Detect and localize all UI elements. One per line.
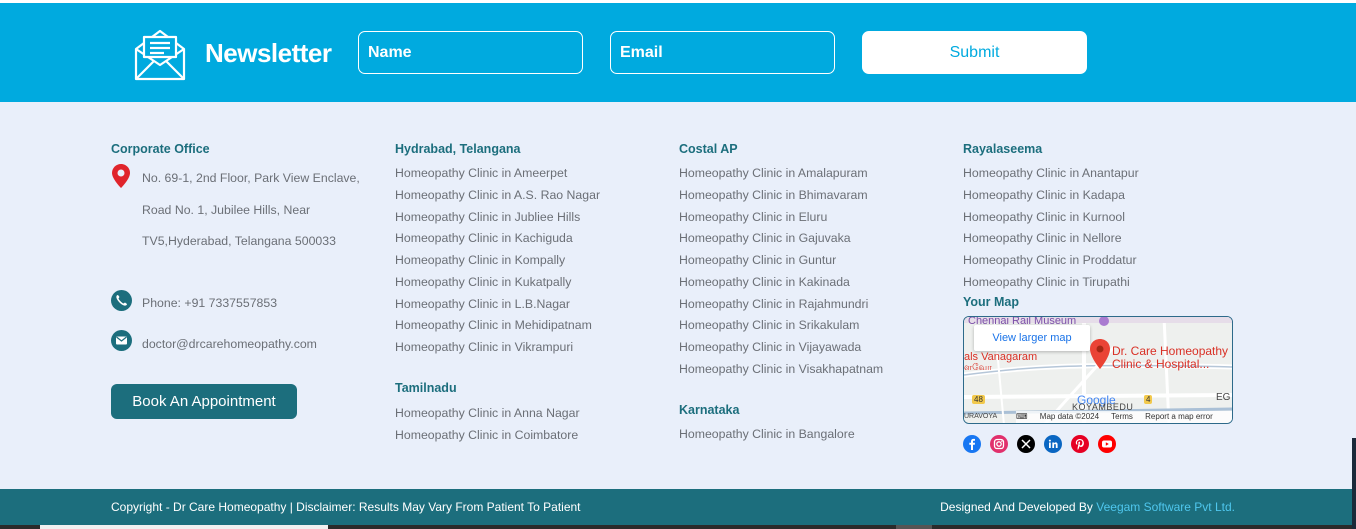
clinic-link[interactable]: Homeopathy Clinic in Visakhapatnam xyxy=(679,359,883,381)
developer-link[interactable]: Veegam Software Pvt Ltd. xyxy=(1096,500,1235,514)
linkedin-icon[interactable] xyxy=(1044,435,1062,453)
designed-by: Designed And Developed By Veegam Softwar… xyxy=(940,500,1235,514)
map-place-name-1: Dr. Care Homeopathy xyxy=(1112,344,1229,358)
map-terms-link[interactable]: Terms xyxy=(1111,412,1133,421)
clinic-link[interactable]: Homeopathy Clinic in Kukatpally xyxy=(395,272,600,294)
clinic-link[interactable]: Homeopathy Clinic in Bhimavaram xyxy=(679,185,883,207)
clinic-link[interactable]: Homeopathy Clinic in A.S. Rao Nagar xyxy=(395,185,600,207)
address-line-1: No. 69-1, 2nd Floor, Park View Enclave, xyxy=(142,171,360,185)
map-attribution-bar: ⌨ Map data ©2024 Terms Report a map erro… xyxy=(1016,411,1232,423)
clinic-link[interactable]: Homeopathy Clinic in Mehidipatnam xyxy=(395,315,600,337)
newsletter-title: Newsletter xyxy=(205,38,332,68)
costal-ap-links: Homeopathy Clinic in Amalapuram Homeopat… xyxy=(679,163,883,381)
costal-ap-heading: Costal AP xyxy=(679,142,738,156)
corporate-office-heading: Corporate Office xyxy=(111,142,210,156)
tamilnadu-links: Homeopathy Clinic in Anna Nagar Homeopat… xyxy=(395,403,580,447)
clinic-link[interactable]: Homeopathy Clinic in L.B.Nagar xyxy=(395,294,600,316)
clinic-link[interactable]: Homeopathy Clinic in Rajahmundri xyxy=(679,294,883,316)
phone-text: Phone: +91 7337557853 xyxy=(142,296,278,310)
rayalaseema-links: Homeopathy Clinic in Anantapur Homeopath… xyxy=(963,163,1139,294)
map-report-link[interactable]: Report a map error xyxy=(1145,412,1213,421)
x-twitter-icon[interactable] xyxy=(1017,435,1035,453)
rayalaseema-heading: Rayalaseema xyxy=(963,142,1043,156)
designed-by-prefix: Designed And Developed By xyxy=(940,500,1097,514)
map-road-marker-1: 48 xyxy=(972,395,985,404)
clinic-link[interactable]: Homeopathy Clinic in Bangalore xyxy=(679,424,855,446)
map-label-left-2: ளவோ xyxy=(964,362,992,372)
bottom-strip-segment xyxy=(40,525,328,529)
clinic-link[interactable]: Homeopathy Clinic in Proddatur xyxy=(963,250,1139,272)
clinic-link[interactable]: Homeopathy Clinic in Anna Nagar xyxy=(395,403,580,425)
copyright-bar: Copyright - Dr Care Homeopathy | Disclai… xyxy=(0,489,1356,525)
facebook-icon[interactable] xyxy=(963,435,981,453)
clinic-link[interactable]: Homeopathy Clinic in Vijayawada xyxy=(679,337,883,359)
book-appointment-button[interactable]: Book An Appointment xyxy=(111,384,297,419)
newsletter-submit-button[interactable]: Submit xyxy=(862,31,1087,74)
newsletter-email-input[interactable] xyxy=(610,31,835,74)
hyderabad-heading: Hydrabad, Telangana xyxy=(395,142,521,156)
phone-icon xyxy=(111,290,132,311)
clinic-link[interactable]: Homeopathy Clinic in Kachiguda xyxy=(395,228,600,250)
clinic-link[interactable]: Homeopathy Clinic in Ameerpet xyxy=(395,163,600,185)
youtube-icon[interactable] xyxy=(1098,435,1116,453)
clinic-link[interactable]: Homeopathy Clinic in Nellore xyxy=(963,228,1139,250)
clinic-link[interactable]: Homeopathy Clinic in Vikrampuri xyxy=(395,337,600,359)
newsletter-bar: Newsletter Submit xyxy=(0,3,1356,102)
instagram-icon[interactable] xyxy=(990,435,1008,453)
map-pin-icon xyxy=(1090,339,1110,369)
embedded-map[interactable]: Chennai Rail Museum View larger map Dr. … xyxy=(963,316,1233,424)
clinic-link[interactable]: Homeopathy Clinic in Srikakulam xyxy=(679,315,883,337)
copyright-text: Copyright - Dr Care Homeopathy | Disclai… xyxy=(111,500,581,514)
clinic-link[interactable]: Homeopathy Clinic in Kadapa xyxy=(963,185,1139,207)
clinic-link[interactable]: Homeopathy Clinic in Eluru xyxy=(679,207,883,229)
your-map-heading: Your Map xyxy=(963,295,1020,309)
map-area-label-2: URAVOYA xyxy=(964,413,998,420)
envelope-open-icon xyxy=(134,29,186,81)
hyderabad-links: Homeopathy Clinic in Ameerpet Homeopathy… xyxy=(395,163,600,359)
scrollbar-edge[interactable] xyxy=(1352,438,1356,529)
keyboard-shortcuts-icon[interactable]: ⌨ xyxy=(1016,412,1028,421)
bottom-strip xyxy=(0,525,1356,529)
bottom-strip-segment xyxy=(896,525,932,529)
map-place-name-2: Clinic & Hospital... xyxy=(1112,357,1210,371)
newsletter-name-input[interactable] xyxy=(358,31,583,74)
clinic-link[interactable]: Homeopathy Clinic in Gajuvaka xyxy=(679,228,883,250)
map-road-marker-2: 4 xyxy=(1144,395,1153,404)
location-pin-icon xyxy=(112,164,130,188)
view-larger-map-link[interactable]: View larger map xyxy=(974,325,1090,351)
clinic-link[interactable]: Homeopathy Clinic in Amalapuram xyxy=(679,163,883,185)
address-line-3: TV5,Hyderabad, Telangana 500033 xyxy=(142,234,336,248)
clinic-link[interactable]: Homeopathy Clinic in Tirupathi xyxy=(963,272,1139,294)
clinic-link[interactable]: Homeopathy Clinic in Guntur xyxy=(679,250,883,272)
tamilnadu-heading: Tamilnadu xyxy=(395,381,457,395)
karnataka-links: Homeopathy Clinic in Bangalore xyxy=(679,424,855,446)
clinic-link[interactable]: Homeopathy Clinic in Anantapur xyxy=(963,163,1139,185)
email-text[interactable]: doctor@drcarehomeopathy.com xyxy=(142,337,317,351)
karnataka-heading: Karnataka xyxy=(679,403,740,417)
clinic-link[interactable]: Homeopathy Clinic in Coimbatore xyxy=(395,425,580,447)
clinic-link[interactable]: Homeopathy Clinic in Kakinada xyxy=(679,272,883,294)
clinic-link[interactable]: Homeopathy Clinic in Jubliee Hills xyxy=(395,207,600,229)
map-data-text: Map data ©2024 xyxy=(1039,412,1100,421)
pinterest-icon[interactable] xyxy=(1071,435,1089,453)
email-icon xyxy=(111,330,132,351)
address-line-2: Road No. 1, Jubilee Hills, Near xyxy=(142,203,311,217)
clinic-link[interactable]: Homeopathy Clinic in Kurnool xyxy=(963,207,1139,229)
clinic-link[interactable]: Homeopathy Clinic in Kompally xyxy=(395,250,600,272)
map-corner-label: EG xyxy=(1216,392,1231,403)
